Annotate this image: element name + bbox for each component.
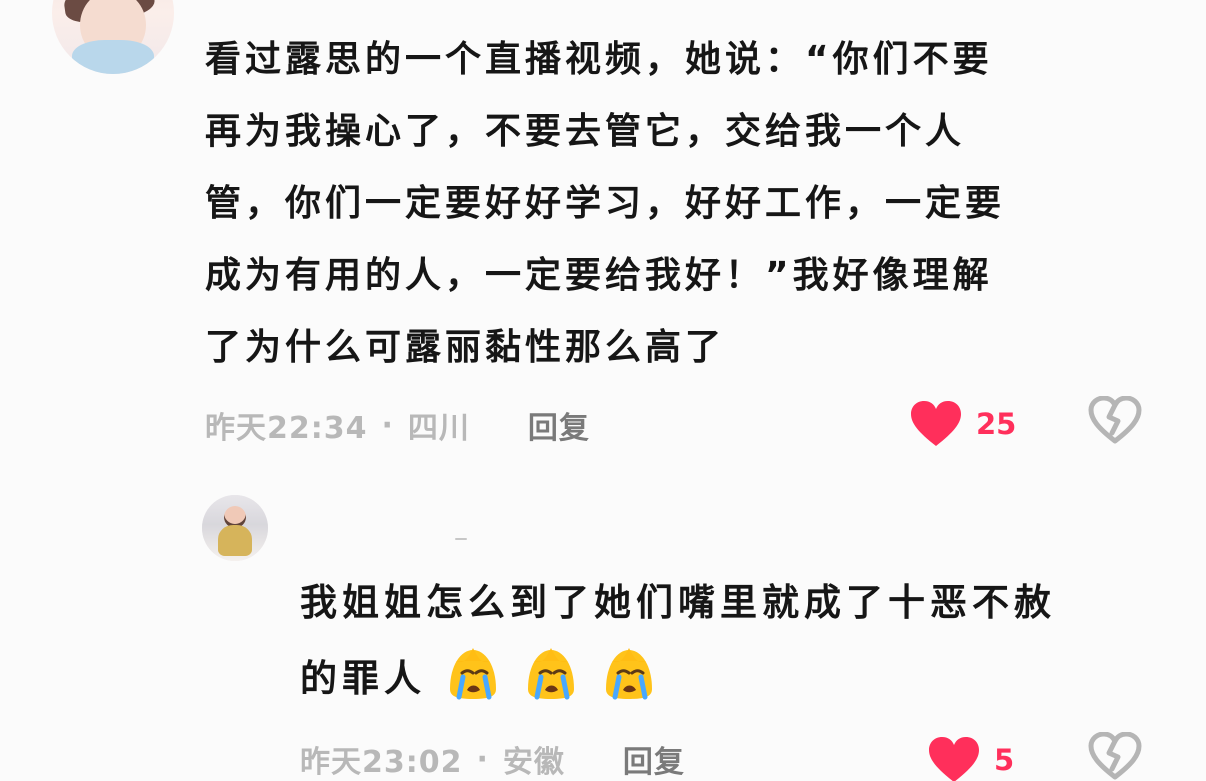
meta-separator: ·	[381, 407, 394, 443]
main-like-button[interactable]: 25	[910, 398, 1016, 450]
main-like-count: 25	[976, 406, 1017, 441]
main-comment-line: 看过露思的一个直播视频，她说：“你们不要	[205, 39, 993, 80]
main-comment-line: 再为我操心了，不要去管它，交给我一个人	[205, 111, 966, 152]
main-comment-location: 四川	[407, 411, 470, 446]
comment-thread-page: 看过露思的一个直播视频，她说：“你们不要 再为我操心了，不要去管它，交给我一个人…	[0, 0, 1206, 781]
main-comment: 看过露思的一个直播视频，她说：“你们不要 再为我操心了，不要去管它，交给我一个人…	[0, 0, 1206, 470]
reply-comment: 我姐姐怎么到了她们嘴里就成了十恶不赦 的罪人 昨天23:02 · 安徽 回复 5	[0, 470, 1206, 781]
reply-like-count: 5	[994, 742, 1015, 777]
main-comment-line: 了为什么可露丽黏性那么高了	[205, 327, 726, 368]
reply-comment-line: 的罪人	[300, 657, 426, 700]
crying-face-emoji	[598, 645, 660, 701]
main-reply-button[interactable]: 回复	[528, 403, 590, 447]
reply-comment-line: 我姐姐怎么到了她们嘴里就成了十恶不赦	[300, 581, 1056, 624]
heart-filled-icon	[911, 401, 961, 446]
main-comment-time: 昨天22:34	[205, 411, 368, 446]
small-photo-avatar[interactable]	[202, 495, 268, 561]
crying-face-emoji	[442, 645, 504, 701]
main-comment-meta: 昨天22:34 · 四川 回复	[205, 400, 590, 450]
main-comment-line: 管，你们一定要好好学习，好好工作，一定要	[205, 183, 1006, 224]
crying-face-icon	[606, 648, 652, 700]
heart-filled-icon	[929, 737, 979, 781]
broken-heart-icon[interactable]	[1088, 396, 1142, 444]
avatar-dress	[72, 40, 154, 74]
crying-face-emoji	[520, 645, 582, 701]
avatar-body	[218, 525, 252, 556]
broken-heart-icon[interactable]	[1088, 732, 1142, 780]
main-comment-text: 看过露思的一个直播视频，她说：“你们不要 再为我操心了，不要去管它，交给我一个人…	[205, 24, 1135, 384]
reply-comment-time: 昨天23:02	[300, 745, 463, 780]
reply-comment-text: 我姐姐怎么到了她们嘴里就成了十恶不赦 的罪人	[300, 565, 1160, 717]
main-comment-line: 成为有用的人，一定要给我好！”我好像理解	[205, 255, 993, 296]
reply-comment-location: 安徽	[502, 745, 565, 780]
meta-separator: ·	[476, 741, 489, 777]
crying-face-icon	[450, 648, 496, 700]
reply-comment-meta: 昨天23:02 · 安徽 回复	[300, 734, 685, 781]
reply-reply-button[interactable]: 回复	[623, 737, 685, 781]
divider-mark	[455, 538, 467, 540]
woman-portrait-avatar[interactable]	[52, 0, 174, 74]
reply-like-button[interactable]: 5	[928, 734, 1014, 781]
crying-face-icon	[528, 648, 574, 700]
reply-comment-line-with-emojis: 的罪人	[300, 641, 1160, 717]
